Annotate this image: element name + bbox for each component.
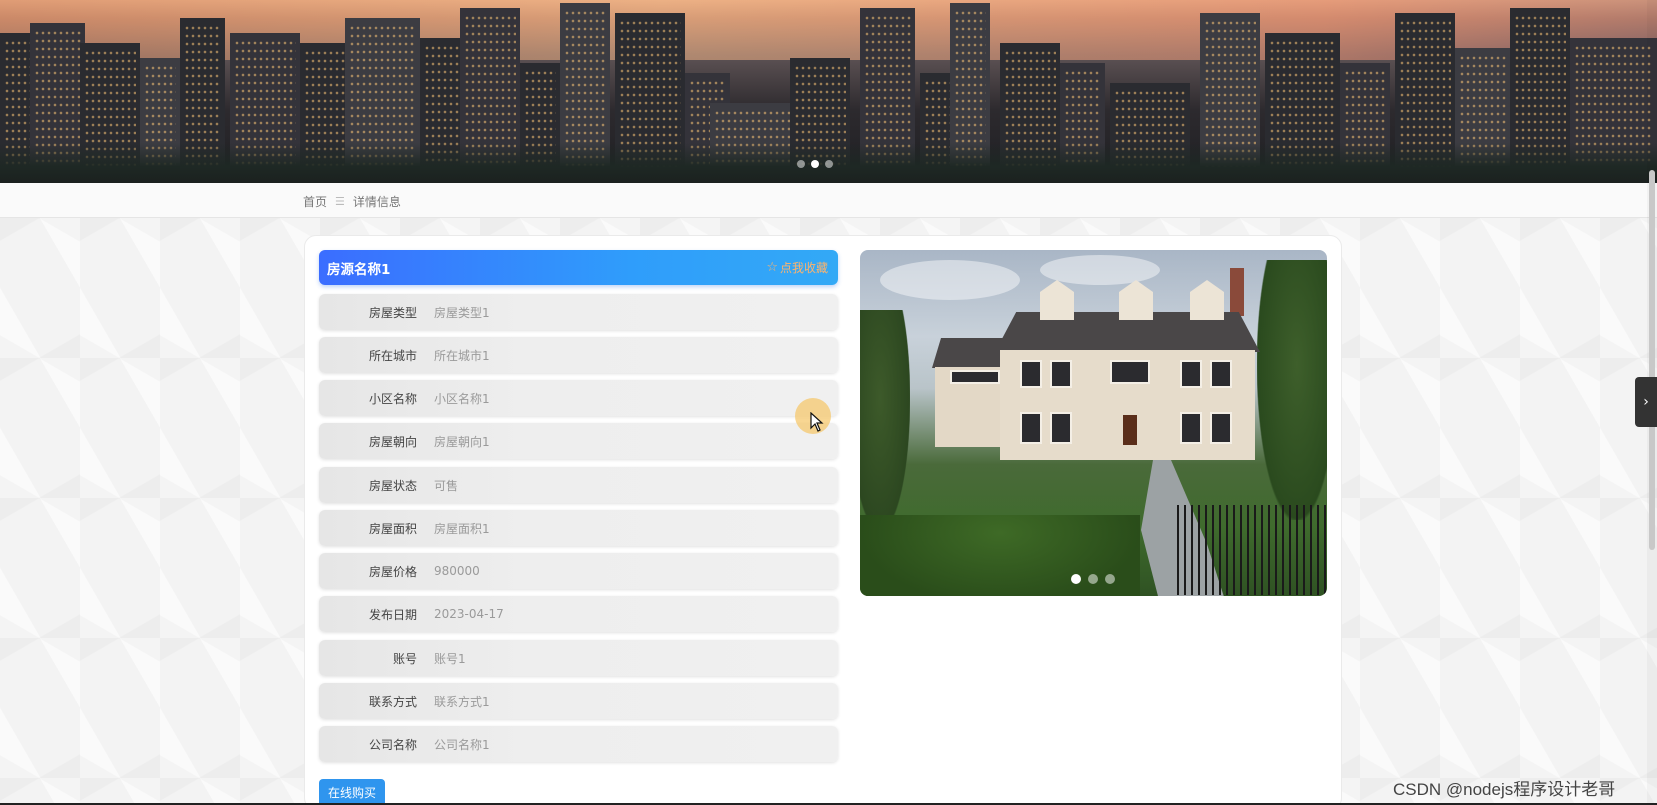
photo-window — [950, 370, 1000, 384]
photo-dot-active[interactable] — [1071, 574, 1081, 584]
field-label: 联系方式 — [368, 694, 417, 709]
photo-dormer — [1040, 280, 1074, 320]
field-value: 房屋面积1 — [434, 521, 490, 536]
field-value: 公司名称1 — [434, 737, 490, 752]
banner-indicator — [797, 160, 833, 168]
photo-door — [1123, 415, 1137, 445]
field-value: 账号1 — [434, 651, 466, 666]
buy-online-button[interactable]: 在线购买 — [319, 779, 385, 805]
detail-row-status: 房屋状态 可售 — [319, 467, 838, 503]
detail-row-publish-date: 发布日期 2023-04-17 — [319, 596, 838, 632]
photo-indicator — [1071, 574, 1115, 584]
chevron-right-icon: › — [1643, 394, 1649, 410]
field-label: 房屋朝向 — [368, 434, 417, 449]
watermark: CSDN @nodejs程序设计老哥 — [1393, 780, 1616, 799]
detail-row-orientation: 房屋朝向 房屋朝向1 — [319, 423, 838, 459]
photo-dot[interactable] — [1088, 574, 1098, 584]
photo-chimney — [1230, 268, 1244, 316]
field-label: 小区名称 — [368, 391, 417, 406]
photo-window — [1110, 360, 1150, 384]
banner-dot[interactable] — [825, 160, 833, 168]
field-value: 980000 — [434, 564, 480, 578]
favorite-button[interactable]: ☆ 点我收藏 — [766, 259, 828, 276]
photo-window — [1180, 412, 1202, 444]
photo-window — [1210, 360, 1232, 388]
mouse-cursor-icon — [810, 412, 824, 432]
breadcrumb-separator-icon: ☰ — [335, 195, 345, 208]
field-value: 房屋类型1 — [434, 305, 490, 320]
property-title: 房源名称1 — [327, 261, 391, 278]
detail-row-contact: 联系方式 联系方式1 — [319, 683, 838, 719]
field-value: 2023-04-17 — [434, 607, 504, 621]
photo-dormer — [1119, 280, 1153, 320]
detail-title-bar: 房源名称1 ☆ 点我收藏 — [319, 250, 838, 285]
detail-row-house-type: 房屋类型 房屋类型1 — [319, 294, 838, 330]
photo-cloud — [880, 260, 1020, 300]
field-label: 所在城市 — [368, 348, 417, 363]
field-value: 联系方式1 — [434, 694, 490, 709]
field-value: 所在城市1 — [434, 348, 490, 363]
photo-window — [1210, 412, 1232, 444]
banner-dot[interactable] — [797, 160, 805, 168]
photo-window — [1050, 360, 1072, 388]
field-value: 房屋朝向1 — [434, 434, 490, 449]
field-label: 房屋类型 — [368, 305, 417, 320]
breadcrumb-home[interactable]: 首页 — [303, 193, 327, 210]
photo-tree — [1257, 260, 1327, 520]
field-label: 房屋价格 — [368, 564, 417, 579]
photo-window — [1020, 412, 1042, 444]
detail-row-city: 所在城市 所在城市1 — [319, 337, 838, 373]
detail-row-price: 房屋价格 980000 — [319, 553, 838, 589]
side-panel-toggle[interactable]: › — [1635, 377, 1657, 427]
favorite-label: 点我收藏 — [779, 261, 828, 275]
field-label: 发布日期 — [368, 607, 417, 622]
field-label: 公司名称 — [368, 737, 417, 752]
photo-window — [1050, 412, 1072, 444]
scrollbar-thumb[interactable] — [1649, 170, 1655, 550]
photo-fence — [1177, 505, 1327, 595]
detail-row-community: 小区名称 小区名称1 — [319, 380, 838, 416]
photo-dot[interactable] — [1105, 574, 1115, 584]
field-label: 账号 — [392, 651, 417, 666]
field-value: 可售 — [434, 478, 459, 493]
detail-row-account: 账号 账号1 — [319, 640, 838, 676]
field-label: 房屋状态 — [368, 478, 417, 493]
banner-carousel[interactable] — [0, 0, 1657, 183]
field-label: 房屋面积 — [368, 521, 417, 536]
breadcrumb-current: 详情信息 — [352, 195, 401, 209]
banner-dot-active[interactable] — [811, 160, 819, 168]
field-value: 小区名称1 — [434, 391, 490, 406]
star-outline-icon: ☆ — [766, 260, 778, 275]
photo-window — [1180, 360, 1202, 388]
photo-cloud — [1040, 255, 1160, 285]
photo-window — [1020, 360, 1042, 388]
property-photo-carousel[interactable] — [860, 250, 1327, 596]
breadcrumb: 首页 ☰ 详情信息 — [303, 193, 401, 210]
detail-row-area: 房屋面积 房屋面积1 — [319, 510, 838, 546]
photo-dormer — [1190, 280, 1224, 320]
detail-row-company: 公司名称 公司名称1 — [319, 726, 838, 762]
photo-tree — [860, 310, 910, 530]
breadcrumb-bar: 首页 ☰ 详情信息 — [0, 183, 1657, 218]
